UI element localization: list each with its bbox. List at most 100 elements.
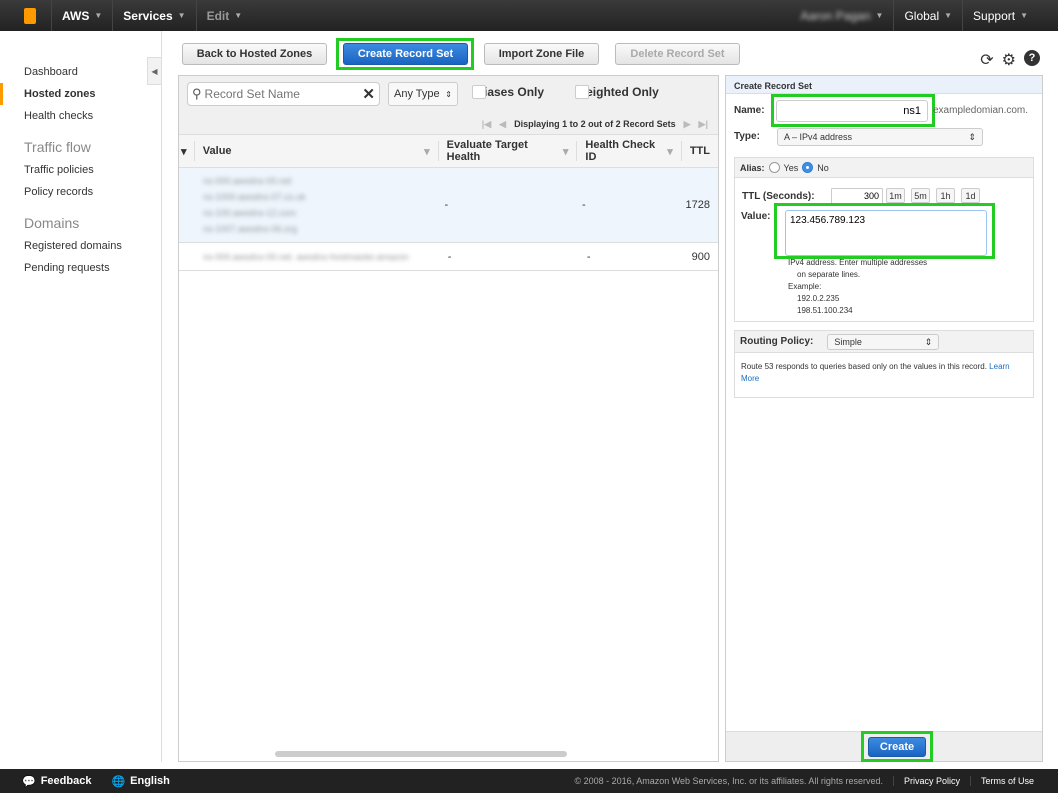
sidebar-item-policy-records[interactable]: Policy records bbox=[0, 181, 161, 203]
refresh-icon[interactable]: ⟳ bbox=[980, 50, 993, 70]
column-header-value[interactable]: Value ▾ bbox=[195, 141, 439, 161]
health-check-id-cell: - bbox=[582, 199, 586, 211]
user-name: Aaron Pagan bbox=[800, 8, 871, 23]
services-label: Services bbox=[123, 8, 173, 23]
sidebar: Dashboard Hosted zones Health checks Tra… bbox=[0, 31, 162, 762]
globe-icon: 🌐 bbox=[111, 775, 126, 788]
routing-policy-section: Routing Policy: Simple ⇕ Route 53 respond… bbox=[734, 330, 1034, 398]
column-header-health-check-id[interactable]: Health Check ID ▾ bbox=[577, 139, 682, 163]
ttl-1m-button[interactable]: 1m bbox=[886, 188, 905, 203]
collapse-sidebar-button[interactable]: ◀ bbox=[147, 57, 162, 85]
feedback-link[interactable]: 💬 Feedback bbox=[0, 775, 101, 788]
delete-record-set-button[interactable]: Delete Record Set bbox=[615, 43, 740, 65]
last-page-icon[interactable]: ▶| bbox=[699, 119, 708, 130]
panel-title: Create Record Set bbox=[726, 76, 1042, 94]
alias-no-radio[interactable] bbox=[802, 162, 814, 173]
chevron-down-icon: ▼ bbox=[875, 11, 884, 20]
record-value: ns-000.awsdns-00.net. awsdns-hostmaster.… bbox=[203, 251, 409, 262]
horizontal-scrollbar[interactable] bbox=[275, 751, 567, 757]
edit-menu[interactable]: Edit ▼ bbox=[197, 0, 253, 31]
column-header-evaluate-target-health[interactable]: Evaluate Target Health ▾ bbox=[439, 139, 578, 163]
ttl-1d-button[interactable]: 1d bbox=[961, 188, 980, 203]
aliases-only-checkbox[interactable]: Aliases Only bbox=[472, 85, 544, 99]
user-menu[interactable]: Aaron Pagan ▼ bbox=[790, 0, 893, 31]
type-filter-select[interactable]: Any Type ⇕ bbox=[388, 82, 458, 106]
evaluate-target-health-cell: - bbox=[444, 199, 449, 211]
speech-bubble-icon: 💬 bbox=[22, 775, 36, 788]
sidebar-section-traffic-flow: Traffic flow bbox=[24, 139, 91, 155]
routing-policy-select[interactable]: Simple ⇕ bbox=[827, 333, 940, 350]
support-menu[interactable]: Support ▼ bbox=[962, 0, 1038, 31]
chevron-down-icon: ▼ bbox=[94, 11, 103, 20]
highlight-box bbox=[861, 731, 933, 762]
pagination: |◀ ◀ Displaying 1 to 2 out of 2 Record S… bbox=[482, 119, 708, 130]
table-row[interactable]: ns-000.awsdns-00.net ns-1000.awsdns-07.co… bbox=[179, 168, 718, 243]
footer: 💬 Feedback 🌐 English © 2008 - 2016, Amazon… bbox=[0, 769, 1058, 793]
support-label: Support bbox=[973, 8, 1016, 23]
ttl-input[interactable] bbox=[831, 188, 883, 204]
highlight-box bbox=[336, 38, 474, 70]
ttl-5m-button[interactable]: 5m bbox=[911, 188, 930, 203]
column-header-ttl[interactable]: TTL bbox=[682, 141, 718, 161]
search-icon: ⚲ bbox=[192, 86, 202, 101]
record-sets-list: ⚲ ✕ Any Type⇕ Aliases Only Weighted Only… bbox=[178, 75, 719, 762]
region-menu[interactable]: Global ▼ bbox=[893, 0, 962, 31]
alias-no-label: No bbox=[817, 162, 829, 173]
region-label: Global bbox=[904, 8, 940, 23]
search-box[interactable]: ⚲ ✕ bbox=[187, 82, 380, 106]
column-header-type[interactable]: ▾ bbox=[179, 141, 195, 161]
type-label: Type: bbox=[734, 131, 760, 142]
evaluate-target-health-cell: - bbox=[447, 250, 452, 263]
next-page-icon[interactable]: ▶ bbox=[684, 119, 691, 130]
type-filter-value: Any Type bbox=[394, 88, 440, 100]
aws-menu[interactable]: AWS ▼ bbox=[52, 0, 114, 31]
chevron-down-icon: ▼ bbox=[234, 11, 243, 20]
alias-yes-label: Yes bbox=[783, 162, 799, 173]
create-record-set-panel: Create Record Set Name: exampledomian.co… bbox=[725, 75, 1043, 762]
domain-suffix: exampledomian.com. bbox=[933, 105, 1029, 116]
sidebar-item-dashboard[interactable]: Dashboard bbox=[0, 61, 161, 83]
name-label: Name: bbox=[734, 105, 765, 116]
sidebar-item-pending-requests[interactable]: Pending requests bbox=[0, 257, 161, 279]
value-label: Value: bbox=[741, 211, 771, 222]
alias-yes-radio[interactable] bbox=[768, 162, 780, 173]
aws-logo-icon[interactable] bbox=[20, 0, 52, 31]
health-check-id-cell: - bbox=[586, 250, 591, 263]
prev-page-icon[interactable]: ◀ bbox=[499, 119, 506, 130]
chevron-down-icon: ▼ bbox=[944, 11, 953, 20]
first-page-icon[interactable]: |◀ bbox=[482, 119, 491, 130]
sidebar-item-traffic-policies[interactable]: Traffic policies bbox=[0, 159, 161, 181]
panel-footer: Create bbox=[726, 731, 1042, 762]
table-header: ▾ Value ▾ Evaluate Target Health ▾ Health … bbox=[179, 135, 718, 168]
clear-search-icon[interactable]: ✕ bbox=[362, 85, 375, 103]
highlight-box bbox=[774, 203, 995, 259]
help-icon[interactable]: ? bbox=[1024, 50, 1040, 66]
services-menu[interactable]: Services ▼ bbox=[113, 0, 197, 31]
ttl-cell: 900 bbox=[691, 250, 710, 263]
filter-bar: ⚲ ✕ Any Type⇕ Aliases Only Weighted Only… bbox=[179, 76, 718, 135]
highlight-box bbox=[771, 94, 935, 127]
ttl-label: TTL (Seconds): bbox=[742, 191, 815, 202]
sidebar-item-registered-domains[interactable]: Registered domains bbox=[0, 235, 161, 257]
record-set-name-input[interactable] bbox=[204, 87, 360, 101]
routing-help: Route 53 responds to queries based only … bbox=[741, 362, 1010, 383]
table-row[interactable]: ns-000.awsdns-00.net. awsdns-hostmaster.… bbox=[179, 243, 718, 271]
sidebar-section-domains: Domains bbox=[24, 215, 80, 231]
top-nav-bar: AWS ▼ Services ▼ Edit ▼ Aaron Pagan ▼ Global… bbox=[0, 0, 1058, 31]
sidebar-item-hosted-zones[interactable]: Hosted zones bbox=[0, 83, 161, 105]
record-value: ns-000.awsdns-00.net ns-1000.awsdns-07.co… bbox=[203, 176, 306, 234]
weighted-only-checkbox[interactable]: Weighted Only bbox=[575, 85, 659, 99]
value-help: IPv4 address. Enter multiple addresses on… bbox=[788, 258, 928, 315]
import-zone-file-button[interactable]: Import Zone File bbox=[484, 43, 599, 65]
ttl-1h-button[interactable]: 1h bbox=[936, 188, 955, 203]
gear-icon[interactable]: ⚙ bbox=[1002, 50, 1016, 70]
aws-label: AWS bbox=[62, 8, 90, 23]
language-selector[interactable]: 🌐 English bbox=[101, 775, 179, 788]
alias-label: Alias: bbox=[740, 162, 765, 173]
chevron-down-icon: ▼ bbox=[1020, 11, 1028, 20]
terms-of-use-link[interactable]: Terms of Use bbox=[969, 776, 1058, 786]
back-to-hosted-zones-button[interactable]: Back to Hosted Zones bbox=[182, 43, 327, 65]
sidebar-item-health-checks[interactable]: Health checks bbox=[0, 105, 161, 127]
type-select[interactable]: A – IPv4 address ⇕ bbox=[777, 128, 983, 146]
privacy-policy-link[interactable]: Privacy Policy bbox=[892, 776, 970, 786]
